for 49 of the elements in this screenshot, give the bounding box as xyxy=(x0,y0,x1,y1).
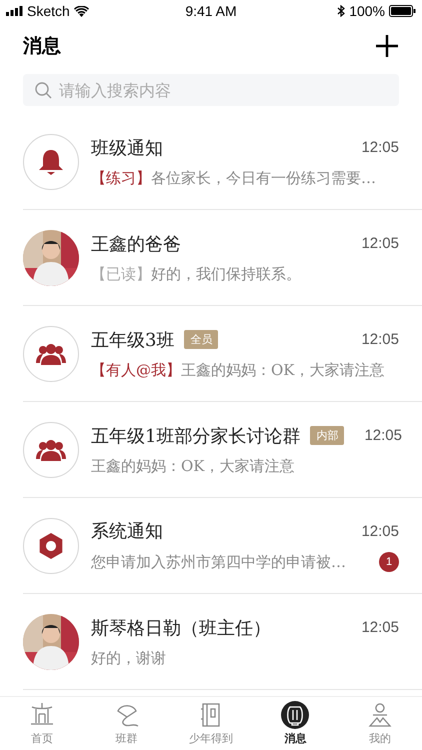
search-bar[interactable]: 请输入搜索内容 xyxy=(23,74,399,106)
message-time: 12:05 xyxy=(361,331,399,348)
bell-icon xyxy=(38,148,64,176)
signal-icon xyxy=(6,6,23,16)
carrier-name: Sketch xyxy=(27,3,70,19)
tab-item[interactable]: 消息 xyxy=(253,697,338,750)
message-time: 12:05 xyxy=(361,139,399,156)
group-tag: 全员 xyxy=(184,330,218,349)
search-input[interactable]: 请输入搜索内容 xyxy=(57,80,387,100)
conversation-name: 斯琴格日勒（班主任） xyxy=(91,616,271,640)
group-tag: 内部 xyxy=(310,426,344,445)
message-preview: 【有人@我】王鑫的妈妈：OK，大家请注意 xyxy=(91,360,385,380)
conversation-item[interactable]: 班级通知 12:05 【练习】各位家长，今日有一份练习需要… xyxy=(23,114,422,210)
bluetooth-icon xyxy=(337,5,346,17)
hexagon-icon xyxy=(39,532,63,558)
status-time: 9:41 AM xyxy=(185,3,237,19)
message-time: 12:05 xyxy=(364,427,402,444)
battery-icon xyxy=(389,5,416,17)
conversation-name: 五年级3班 xyxy=(91,328,174,352)
tab-icon xyxy=(281,701,310,729)
conversation-name: 王鑫的爸爸 xyxy=(91,232,181,256)
conversation-item[interactable]: 斯琴格日勒（班主任） 12:05 好的，谢谢 xyxy=(23,594,422,690)
message-time: 12:05 xyxy=(361,522,399,540)
tab-item[interactable]: 我的 xyxy=(338,697,422,750)
message-preview: 王鑫的妈妈：OK，大家请注意 xyxy=(91,456,295,476)
message-preview: 【已读】好的，我们保持联系。 xyxy=(91,264,301,284)
tab-item[interactable]: 首页 xyxy=(0,697,84,750)
tab-item[interactable]: 少年得到 xyxy=(168,697,254,750)
conversation-name: 班级通知 xyxy=(91,136,163,160)
conversation-item[interactable]: 王鑫的爸爸 12:05 【已读】好的，我们保持联系。 xyxy=(23,210,422,306)
message-time: 12:05 xyxy=(361,235,399,252)
tab-item[interactable]: 班群 xyxy=(84,697,169,750)
message-preview: 【练习】各位家长，今日有一份练习需要… xyxy=(91,168,376,188)
conversation-item[interactable]: 系统通知 12:05 您申请加入苏州市第四中学的申请被… 1 xyxy=(23,498,422,594)
group-icon xyxy=(36,342,66,364)
add-icon[interactable] xyxy=(375,34,399,58)
message-time: 12:05 xyxy=(361,619,399,636)
conversation-name: 五年级1班部分家长讨论群 xyxy=(91,424,300,448)
unread-count: 1 xyxy=(379,552,399,572)
message-preview: 好的，谢谢 xyxy=(91,648,166,668)
conversation-name: 系统通知 xyxy=(91,520,163,543)
wifi-icon xyxy=(74,6,89,16)
group-icon xyxy=(36,438,66,460)
conversation-item[interactable]: 五年级3班 全员 12:05 【有人@我】王鑫的妈妈：OK，大家请注意 xyxy=(23,306,422,402)
conversation-item[interactable]: 五年级1班部分家长讨论群 内部 12:05 王鑫的妈妈：OK，大家请注意 xyxy=(23,402,422,498)
message-preview: 您申请加入苏州市第四中学的申请被… xyxy=(91,552,346,572)
page-title: 消息 xyxy=(23,34,61,59)
battery-percent: 100% xyxy=(349,3,385,19)
search-icon xyxy=(35,82,52,98)
